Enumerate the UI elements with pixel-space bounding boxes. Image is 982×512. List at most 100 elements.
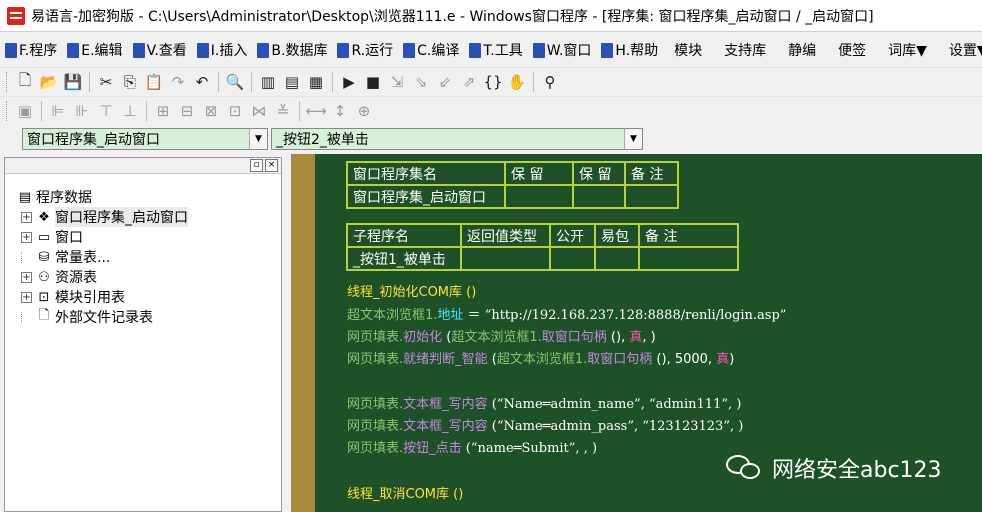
space-h-icon[interactable]: ⋈ <box>247 99 271 123</box>
undo-icon[interactable]: ↶ <box>190 70 214 94</box>
assembly-select[interactable]: 窗口程序集_启动窗口 ▼ <box>22 128 268 150</box>
layout2-icon[interactable]: ▤ <box>280 70 304 94</box>
pane-close-icon[interactable]: × <box>265 159 278 172</box>
code-line-7[interactable]: 网页填表.按钮_点击 (“name═Submit”, , ) <box>347 437 597 456</box>
tree-item-module-refs[interactable]: + ⊡ 模块引用表 <box>17 287 281 307</box>
chevron-down-icon[interactable]: ▼ <box>624 129 642 149</box>
tree-item-external-files[interactable]: 🗋 外部文件记录表 <box>17 307 281 327</box>
align-bottom-icon[interactable]: ⊥ <box>118 99 142 123</box>
menu-window[interactable]: W.窗口 <box>528 37 597 63</box>
new-icon[interactable]: 🗋 <box>13 70 37 94</box>
toolbar-separator <box>533 72 534 92</box>
open-icon[interactable]: 📂 <box>37 70 61 94</box>
stop-icon[interactable]: ■ <box>361 70 385 94</box>
program-tree: ▤ 程序数据 + ❖ 窗口程序集_启动窗口 + ▭ 窗口 ⛁ 常量表... + … <box>5 174 281 327</box>
menu-database[interactable]: B.数据库 <box>252 37 332 63</box>
tree-item-resources[interactable]: + ⚇ 资源表 <box>17 267 281 287</box>
expand-icon[interactable]: + <box>21 231 32 243</box>
menu-static-compile[interactable]: 静编 <box>777 37 827 63</box>
tree-item-assembly[interactable]: + ❖ 窗口程序集_启动窗口 <box>17 207 281 227</box>
copy-icon[interactable]: ⎘ <box>118 70 142 94</box>
menu-notes[interactable]: 便签 <box>827 37 877 63</box>
align-left-icon[interactable]: ⊫ <box>46 99 70 123</box>
assembly-cell-name[interactable]: 窗口程序集_启动窗口 <box>346 184 506 209</box>
height-icon[interactable]: ↕ <box>328 99 352 123</box>
menu-wordlib[interactable]: 词库▼ <box>877 37 938 63</box>
braces-icon[interactable]: {} <box>481 70 505 94</box>
layout1-icon[interactable]: ▥ <box>256 70 280 94</box>
menu-modules[interactable]: 模块 <box>663 37 713 63</box>
code-token: 地址 <box>437 308 464 323</box>
sub-cell-return-type[interactable] <box>460 246 551 271</box>
menu-compile[interactable]: C.编译 <box>398 37 464 63</box>
tree-root[interactable]: ▤ 程序数据 <box>17 187 281 207</box>
run-icon[interactable]: ▶ <box>337 70 361 94</box>
menu-tools[interactable]: T.工具 <box>464 37 527 63</box>
menu-support-lib[interactable]: 支持库 <box>713 37 777 63</box>
center-h-icon[interactable]: ⊞ <box>151 99 175 123</box>
sub-cell-epkg[interactable] <box>594 246 640 271</box>
align-top-icon[interactable]: ⊤ <box>94 99 118 123</box>
paste-icon[interactable]: 📋 <box>142 70 166 94</box>
menu-edit[interactable]: E.编辑 <box>62 37 127 63</box>
standard-toolbar: 🗋 📂 💾 ✂ ⎘ 📋 ↷ ↶ 🔍 ▥ ▤ ▦ ▶ ■ ⇲ ⇘ ⇙ ⇗ {} ✋… <box>0 67 982 96</box>
code-line-5[interactable]: 网页填表.文本框_写内容 (“Name═admin_name”, “admin1… <box>347 393 741 412</box>
expand-icon[interactable]: + <box>21 211 32 223</box>
code-line-2[interactable]: 超文本浏览框1.地址 ＝ “http://192.168.237.128:888… <box>347 304 786 323</box>
code-line-8[interactable]: 线程_取消COM库 () <box>347 483 463 502</box>
same-height-icon[interactable]: ⊡ <box>223 99 247 123</box>
space-v-icon[interactable]: ≚ <box>271 99 295 123</box>
code-line-3[interactable]: 网页填表.初始化 (超文本浏览框1.取窗口句柄 (), 真, ) <box>347 326 656 345</box>
toolbar-grip[interactable] <box>6 72 9 92</box>
code-line-6[interactable]: 网页填表.文本框_写内容 (“Name═admin_pass”, “123123… <box>347 415 743 434</box>
same-width-icon[interactable]: ⊠ <box>199 99 223 123</box>
code-token: (“Name═admin_pass”, “123123123”, ) <box>487 419 744 434</box>
center-v-icon[interactable]: ⊟ <box>175 99 199 123</box>
toolbar-separator <box>41 101 42 121</box>
step3-icon[interactable]: ⇙ <box>433 70 457 94</box>
code-line-1[interactable]: 线程_初始化COM库 () <box>347 281 476 300</box>
save-icon[interactable]: 💾 <box>61 70 85 94</box>
menu-program[interactable]: F.程序 <box>0 37 62 63</box>
menu-settings[interactable]: 设置▼ <box>938 37 982 63</box>
menu-view[interactable]: V.查看 <box>128 37 192 63</box>
assembly-cell-remark[interactable] <box>624 184 679 209</box>
step1-icon[interactable]: ⇲ <box>385 70 409 94</box>
toolbar-separator <box>146 101 147 121</box>
sub-cell-remark[interactable] <box>638 246 739 271</box>
expand-icon[interactable]: + <box>21 291 32 303</box>
layout3-icon[interactable]: ▦ <box>304 70 328 94</box>
pane-header: ▫ × <box>5 158 281 174</box>
expand-icon[interactable]: + <box>21 271 32 283</box>
binoculars-icon[interactable]: ⚲ <box>538 70 562 94</box>
code-line-4[interactable]: 网页填表.就绪判断_智能 (超文本浏览框1.取窗口句柄 (), 5000, 真) <box>347 348 734 367</box>
sub-cell-public[interactable] <box>549 246 596 271</box>
redo-icon[interactable]: ↷ <box>166 70 190 94</box>
menu-window-label: W.窗口 <box>546 43 592 59</box>
assembly-col-name: 窗口程序集名 <box>346 161 506 186</box>
assembly-cell-reserved1[interactable] <box>504 184 574 209</box>
menu-help[interactable]: H.帮助 <box>596 37 663 63</box>
step4-icon[interactable]: ⇗ <box>457 70 481 94</box>
chevron-down-icon[interactable]: ▼ <box>249 129 267 149</box>
hand-icon[interactable]: ✋ <box>505 70 529 94</box>
size-icon[interactable]: ⊕ <box>352 99 376 123</box>
cut-icon[interactable]: ✂ <box>94 70 118 94</box>
align-grid-icon[interactable]: ▣ <box>13 99 37 123</box>
tree-root-label: 程序数据 <box>36 190 92 206</box>
assembly-cell-reserved2[interactable] <box>572 184 626 209</box>
pane-restore-icon[interactable]: ▫ <box>250 159 263 172</box>
sub-col-name: 子程序名 <box>346 223 462 248</box>
tree-item-constants[interactable]: ⛁ 常量表... <box>17 247 281 267</box>
database-icon: ▤ <box>18 189 32 205</box>
find-icon[interactable]: 🔍 <box>223 70 247 94</box>
sub-cell-name[interactable]: _按钮1_被单击 <box>346 246 462 271</box>
tree-item-window[interactable]: + ▭ 窗口 <box>17 227 281 247</box>
toolbar-grip[interactable] <box>6 101 9 121</box>
step2-icon[interactable]: ⇘ <box>409 70 433 94</box>
subroutine-select[interactable]: _按钮2_被单击 ▼ <box>271 128 643 150</box>
align-right-icon[interactable]: ⊪ <box>70 99 94 123</box>
width-icon[interactable]: ⟷ <box>304 99 328 123</box>
menu-run[interactable]: R.运行 <box>332 37 398 63</box>
menu-insert[interactable]: I.插入 <box>192 37 253 63</box>
